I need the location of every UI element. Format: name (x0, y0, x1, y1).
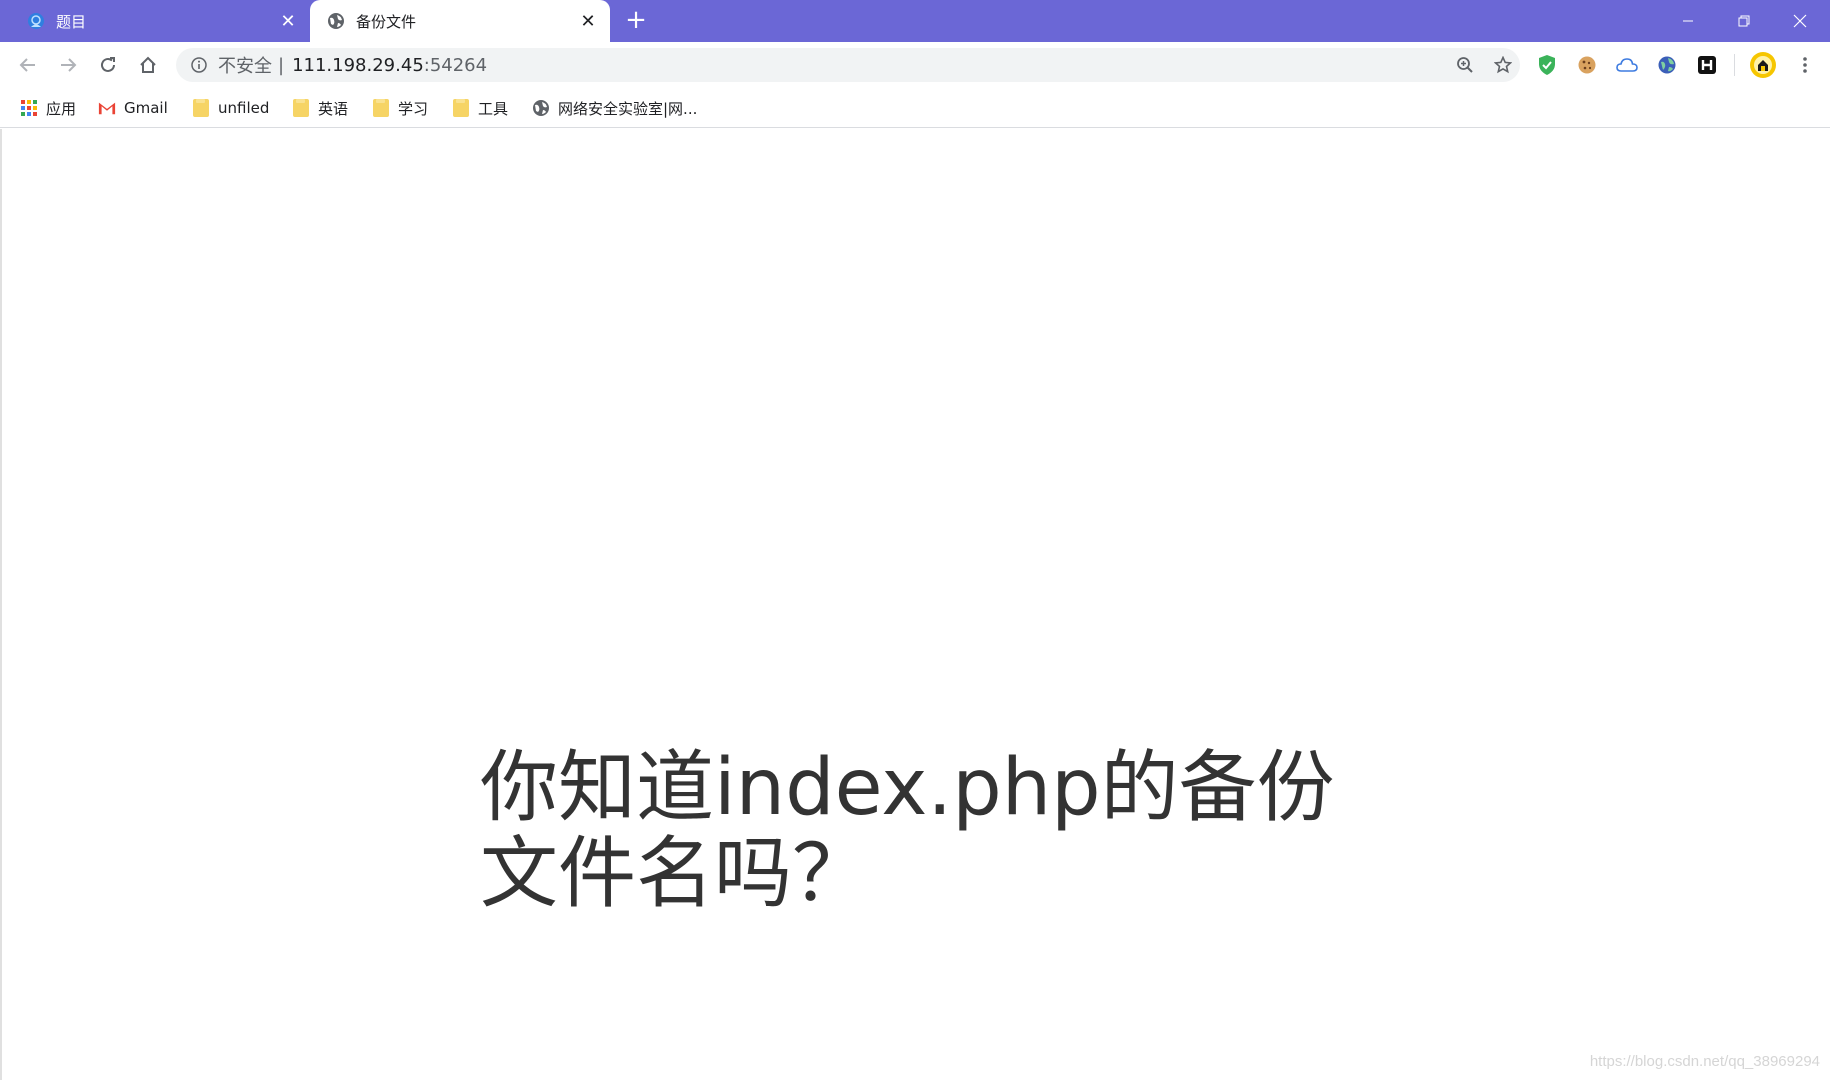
close-icon[interactable] (1772, 0, 1828, 42)
site-logo-icon (26, 11, 46, 31)
tab-close-icon[interactable]: ✕ (274, 7, 302, 35)
security-label: 不安全 (218, 56, 272, 77)
bookmark-label: 学习 (398, 99, 429, 118)
globe-icon (326, 11, 346, 31)
toolbar-divider (1734, 54, 1735, 76)
page-question-text: 你知道index.php的备份文件名吗？ (480, 743, 1335, 919)
folder-icon (452, 99, 470, 117)
globe-extension-icon[interactable] (1652, 50, 1682, 80)
minimize-icon[interactable] (1660, 0, 1716, 42)
watermark: https://blog.csdn.net/qq_38969294 (1589, 1053, 1820, 1070)
bookmark-label: 应用 (46, 99, 77, 118)
bookmark-security-lab[interactable]: 网络安全实验室|网... (532, 96, 697, 120)
url-separator: | (278, 54, 285, 76)
tab-inactive[interactable]: 题目 ✕ (10, 0, 310, 42)
bookmark-apps[interactable]: 应用 (20, 96, 76, 120)
toolbar: 不安全 | 111.198.29.45:54264 (0, 42, 1830, 88)
restore-icon[interactable] (1716, 0, 1772, 42)
bookmarks-bar: 应用 Gmail unfiled 英语 学习 工具 网络安全实验室|网... (0, 88, 1830, 128)
tab-strip: 题目 ✕ 备份文件 ✕ + (0, 0, 1830, 42)
bookmark-label: unfiled (218, 99, 270, 117)
back-icon[interactable] (12, 49, 44, 81)
menu-icon[interactable] (1790, 50, 1820, 80)
tab-title: 题目 (56, 12, 87, 31)
new-tab-button[interactable]: + (622, 7, 650, 35)
gmail-icon (98, 99, 116, 117)
apps-grid-icon (20, 99, 38, 117)
star-icon[interactable] (1490, 52, 1516, 78)
bookmark-folder-unfiled[interactable]: unfiled (192, 96, 269, 120)
url-port: :54264 (423, 54, 488, 76)
page-content: 你知道index.php的备份文件名吗？ https://blog.csdn.n… (0, 129, 1830, 1080)
bookmark-gmail[interactable]: Gmail (98, 96, 168, 120)
bookmark-label: 网络安全实验室|网... (558, 99, 698, 118)
tab-close-icon[interactable]: ✕ (574, 7, 602, 35)
folder-icon (292, 99, 310, 117)
bookmark-folder-tools[interactable]: 工具 (452, 96, 508, 120)
tab-active[interactable]: 备份文件 ✕ (310, 0, 610, 42)
bookmark-folder-study[interactable]: 学习 (372, 96, 428, 120)
forward-icon[interactable] (52, 49, 84, 81)
cookie-extension-icon[interactable] (1572, 50, 1602, 80)
globe-icon (532, 99, 550, 117)
bookmark-label: Gmail (124, 99, 168, 117)
profile-avatar-icon[interactable] (1748, 50, 1778, 80)
tab-title: 备份文件 (356, 12, 417, 31)
home-icon[interactable] (132, 49, 164, 81)
bookmark-label: 英语 (318, 99, 349, 118)
reload-icon[interactable] (92, 49, 124, 81)
shield-extension-icon[interactable] (1532, 50, 1562, 80)
cloud-extension-icon[interactable] (1612, 50, 1642, 80)
info-icon[interactable] (188, 54, 210, 76)
address-bar[interactable]: 不安全 | 111.198.29.45:54264 (176, 48, 1520, 82)
folder-icon (192, 99, 210, 117)
folder-icon (372, 99, 390, 117)
url-host: 111.198.29.45 (292, 54, 424, 76)
bookmark-folder-english[interactable]: 英语 (292, 96, 348, 120)
bookmark-label: 工具 (478, 99, 509, 118)
h-extension-icon[interactable] (1692, 50, 1722, 80)
zoom-icon[interactable] (1452, 52, 1478, 78)
